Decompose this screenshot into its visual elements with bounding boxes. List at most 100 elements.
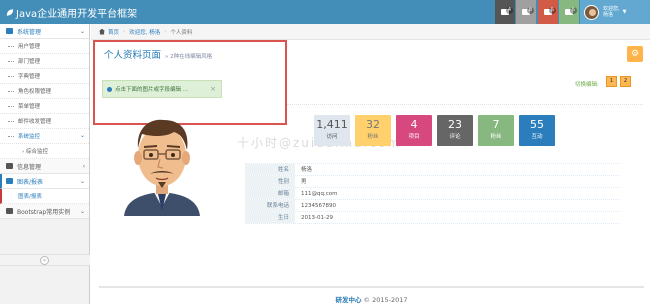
tree-connector — [8, 46, 14, 47]
stat-box[interactable]: 55 互动 — [519, 115, 555, 146]
stat-label: 粉丝 — [367, 134, 379, 140]
footer-copyright: © 2015-2017 — [361, 296, 408, 304]
messages-button[interactable]: 5 — [538, 0, 558, 24]
info-value[interactable]: 男 — [295, 176, 307, 187]
sidebar-sub-item[interactable]: 部门管理 — [0, 54, 89, 69]
stat-value: 32 — [366, 118, 380, 131]
gear-icon: ⚙ — [630, 49, 640, 59]
profile-avatar-image[interactable] — [112, 112, 212, 216]
user-avatar — [584, 4, 599, 20]
brand-title: Java企业通用开发平台框架 — [16, 9, 138, 20]
info-key: 生日 — [245, 212, 295, 223]
bootstrap-icon — [6, 208, 13, 214]
chevron-icon: ⌄ — [79, 208, 85, 215]
desktop-icon — [6, 28, 13, 34]
stat-box[interactable]: 32 粉丝 — [355, 115, 391, 146]
sidebar-item-label: 菜单管理 — [18, 104, 41, 110]
stat-label: 评论 — [449, 134, 461, 140]
notifications-button[interactable]: 8 — [516, 0, 536, 24]
tree-connector — [8, 106, 14, 107]
sidebar-menu-item[interactable]: 系统管理 ⌄ — [0, 24, 89, 39]
sidebar-sub-item[interactable]: 角色权限管理 — [0, 84, 89, 99]
info-row: 性别男 — [245, 176, 620, 188]
alert-text: 点击下面的图片或字段编辑 ... — [115, 87, 188, 93]
sidebar-item-label: 用户管理 — [18, 44, 41, 50]
stat-box[interactable]: 1,411 访问 — [314, 115, 350, 146]
switch-option-2[interactable]: 2 — [620, 76, 631, 87]
info-value[interactable]: 111@qq.com — [295, 188, 337, 199]
mail-button[interactable]: 5 — [559, 0, 579, 24]
sidebar-menu-item[interactable]: Bootstrap常用实例 ⌄ — [0, 204, 89, 219]
chart-icon — [6, 178, 13, 184]
stat-box[interactable]: 23 评论 — [437, 115, 473, 146]
switch-edit-label: 切换编辑: — [575, 82, 599, 88]
sidebar-item-label: 部门管理 — [18, 59, 41, 65]
tree-connector — [8, 136, 14, 137]
info-value[interactable]: 2013-01-29 — [295, 212, 333, 223]
stat-label: 访问 — [326, 134, 338, 140]
tasks-button[interactable]: 4 — [495, 0, 515, 24]
sidebar-sub-item[interactable]: 图表/报表 — [0, 189, 89, 204]
caret-down-icon: ▼ — [622, 9, 627, 15]
collapse-icon[interactable]: « — [40, 256, 49, 265]
sidebar-sub-item[interactable]: 系统监控 ⌄ — [0, 129, 89, 144]
sidebar-item-label: Bootstrap常用实例 — [17, 208, 71, 216]
sidebar-sub-item[interactable]: 邮件收发管理 — [0, 114, 89, 129]
sidebar-menu-item[interactable]: 信息管理 ‹ — [0, 159, 89, 174]
tree-connector — [8, 91, 14, 92]
tree-connector — [8, 61, 14, 62]
footer: 研发中心 © 2015-2017 — [99, 286, 644, 304]
sidebar-sub-item[interactable]: 用户管理 — [0, 39, 89, 54]
user-info: 欢迎您, 杨洛 — [603, 6, 620, 18]
stat-box[interactable]: 7 粉丝 — [478, 115, 514, 146]
brand[interactable]: Java企业通用开发平台框架 — [6, 5, 137, 20]
page-title: 个人资料页面» 2种在线编辑风格 — [104, 47, 212, 61]
messages-badge: 5 — [548, 7, 556, 14]
page-title-text: 个人资料页面 — [104, 50, 162, 61]
info-row: 联系电话 1234567890 — [245, 200, 620, 212]
tree-connector — [8, 76, 14, 77]
stat-label: 粉丝 — [490, 134, 502, 140]
switch-option-1[interactable]: 1 — [606, 76, 617, 87]
page-subtitle: » 2种在线编辑风格 — [165, 54, 213, 60]
breadcrumb-separator: › — [164, 28, 167, 35]
stat-value: 1,411 — [316, 118, 348, 131]
sidebar-item-label: 邮件收发管理 — [18, 119, 52, 125]
sidebar-item-label: 图表/报表 — [18, 194, 42, 200]
breadcrumb-separator: › — [123, 28, 126, 35]
sidebar-menu-item[interactable]: 图表/报表 ⌄ — [0, 174, 89, 189]
close-icon[interactable]: × — [210, 85, 216, 93]
breadcrumb-home[interactable]: 首页 — [108, 28, 119, 36]
profile-info-table: 姓名 杨洛 性别男邮箱 111@qq.com 联系电话 1234567890 生日 2013-… — [245, 163, 620, 224]
leaf-icon — [6, 9, 14, 16]
chevron-icon: ⌄ — [79, 178, 85, 185]
sidebar-sub-item[interactable]: › 综合监控 — [0, 144, 89, 159]
notifications-badge: 8 — [526, 7, 534, 14]
user-menu[interactable]: 欢迎您, 杨洛 ▼ — [580, 0, 650, 24]
info-value[interactable]: 1234567890 — [295, 200, 336, 211]
stat-value: 55 — [530, 118, 544, 131]
sidebar-item-label: 字典管理 — [18, 74, 41, 80]
info-key: 性别 — [245, 176, 295, 187]
stat-box[interactable]: 4 项目 — [396, 115, 432, 146]
chevron-icon: ⌄ — [79, 28, 85, 35]
top-navbar: Java企业通用开发平台框架 4 8 5 5 欢迎您, 杨洛 ▼ — [0, 0, 650, 24]
sidebar-item-label: › 综合监控 — [22, 149, 48, 155]
home-icon — [99, 28, 105, 35]
breadcrumb-middle[interactable]: 欢迎您, 杨洛 — [129, 28, 160, 36]
edit-hint-alert: 点击下面的图片或字段编辑 ... × — [102, 80, 222, 98]
breadcrumb: 首页 › 欢迎您, 杨洛 › 个人资料 — [91, 24, 650, 40]
chevron-icon: ‹ — [82, 163, 85, 170]
sidebar-collapse[interactable]: « — [0, 254, 90, 266]
sidebar-sub-item[interactable]: 菜单管理 — [0, 99, 89, 114]
info-value[interactable]: 杨洛 — [295, 164, 312, 175]
user-name: 杨洛 — [603, 12, 614, 18]
stat-value: 23 — [448, 118, 462, 131]
sidebar: 系统管理 ⌄ 用户管理部门管理字典管理角色权限管理菜单管理邮件收发管理系统监控 ⌄ › … — [0, 24, 90, 304]
sidebar-item-label: 图表/报表 — [17, 178, 44, 186]
sidebar-item-label: 信息管理 — [17, 163, 42, 171]
settings-button[interactable]: ⚙ — [627, 46, 643, 62]
sidebar-sub-item[interactable]: 字典管理 — [0, 69, 89, 84]
stat-label: 互动 — [531, 134, 543, 140]
info-row: 姓名 杨洛 — [245, 164, 620, 176]
